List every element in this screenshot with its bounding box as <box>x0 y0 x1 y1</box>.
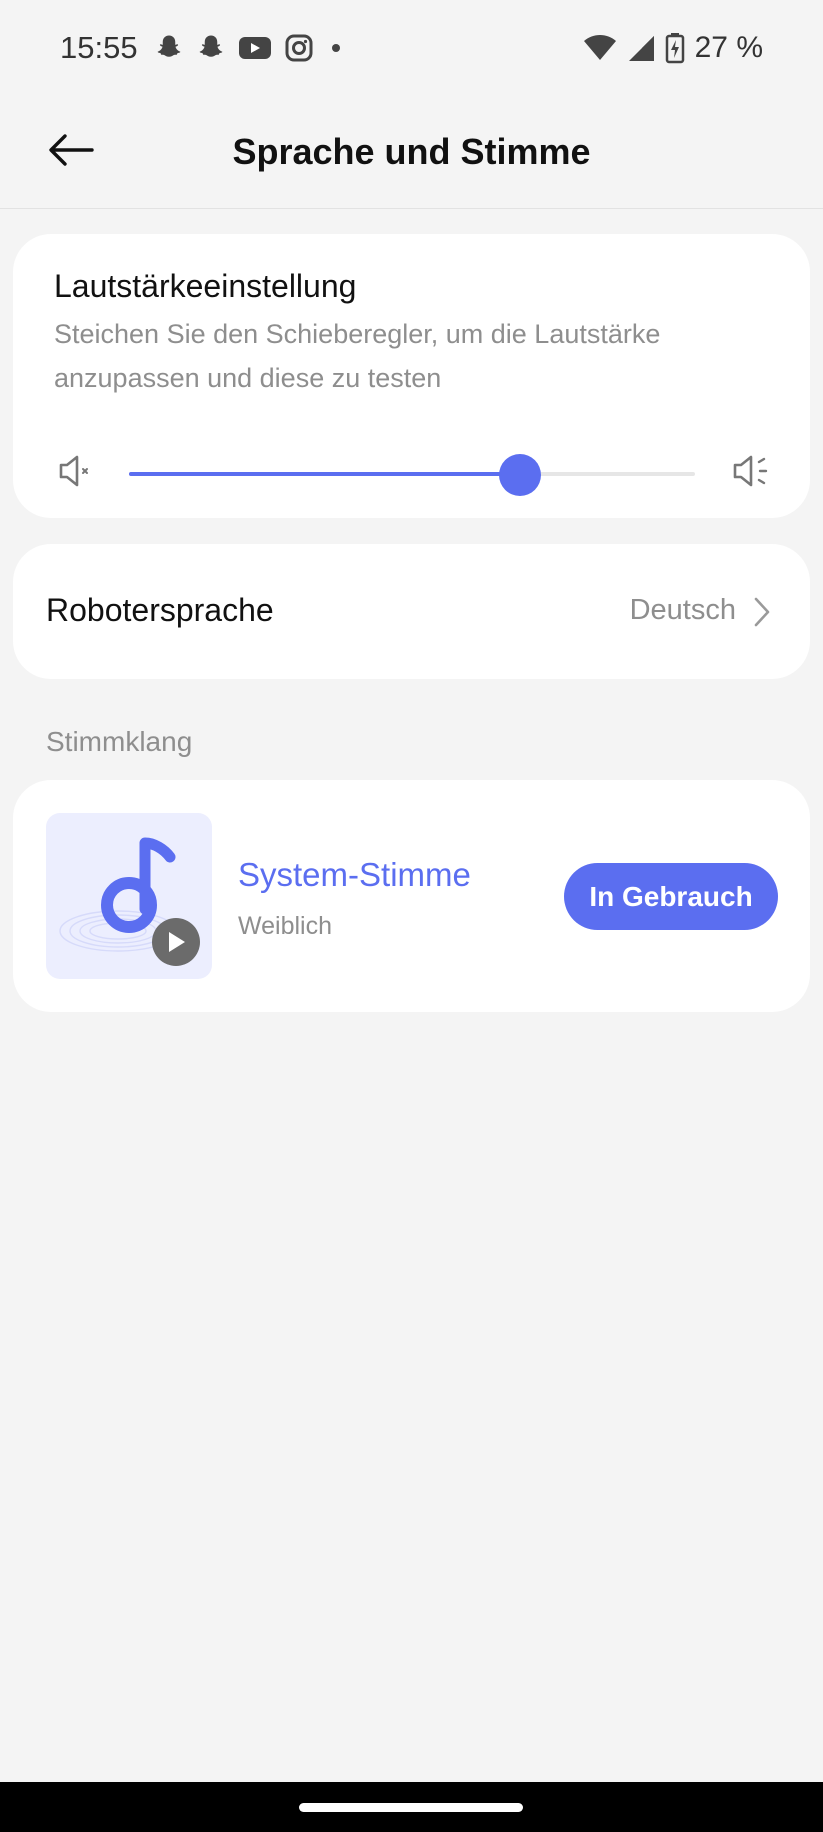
in-use-button[interactable]: In Gebrauch <box>564 863 778 930</box>
status-right: 27 % <box>583 31 763 65</box>
volume-slider[interactable] <box>129 454 695 496</box>
volume-title: Lautstärkeeinstellung <box>54 268 357 304</box>
status-left: 15:55 <box>60 30 346 66</box>
status-time: 15:55 <box>60 29 138 65</box>
robot-language-row[interactable]: Robotersprache Deutsch <box>13 544 810 679</box>
home-indicator[interactable] <box>299 1803 523 1812</box>
navigation-bar <box>0 1782 823 1832</box>
arrow-left-icon <box>48 133 94 172</box>
instagram-icon <box>284 33 314 63</box>
app-header: Sprache und Stimme <box>0 95 823 209</box>
voice-card: System-Stimme Weiblich In Gebrauch <box>13 780 810 1012</box>
volume-description: Steichen Sie den Schieberegler, um die L… <box>54 319 661 393</box>
battery-percentage: 27 % <box>694 30 763 64</box>
voice-thumbnail[interactable] <box>46 813 212 979</box>
youtube-icon <box>238 35 272 61</box>
snapchat-icon <box>154 33 184 63</box>
volume-mute-icon[interactable] <box>57 453 97 494</box>
slider-thumb[interactable] <box>498 454 541 496</box>
page-title: Sprache und Stimme <box>232 130 591 172</box>
slider-fill <box>129 472 520 476</box>
back-button[interactable] <box>44 125 98 179</box>
snapchat-icon <box>196 33 226 63</box>
signal-icon <box>627 34 655 62</box>
chevron-right-icon <box>752 596 772 633</box>
play-icon <box>152 918 200 966</box>
voice-name: System-Stimme <box>238 856 471 893</box>
volume-up-icon[interactable] <box>731 453 771 494</box>
voice-section-label: Stimmklang <box>46 726 193 757</box>
wifi-icon <box>583 34 617 62</box>
volume-card: Lautstärkeeinstellung Steichen Sie den S… <box>13 234 810 518</box>
robot-language-label: Robotersprache <box>46 592 274 628</box>
status-bar: 15:55 27 % <box>0 0 823 95</box>
dot-icon <box>326 38 346 58</box>
robot-language-value: Deutsch <box>629 594 736 626</box>
battery-charging-icon <box>665 32 685 64</box>
voice-gender: Weiblich <box>238 912 333 940</box>
